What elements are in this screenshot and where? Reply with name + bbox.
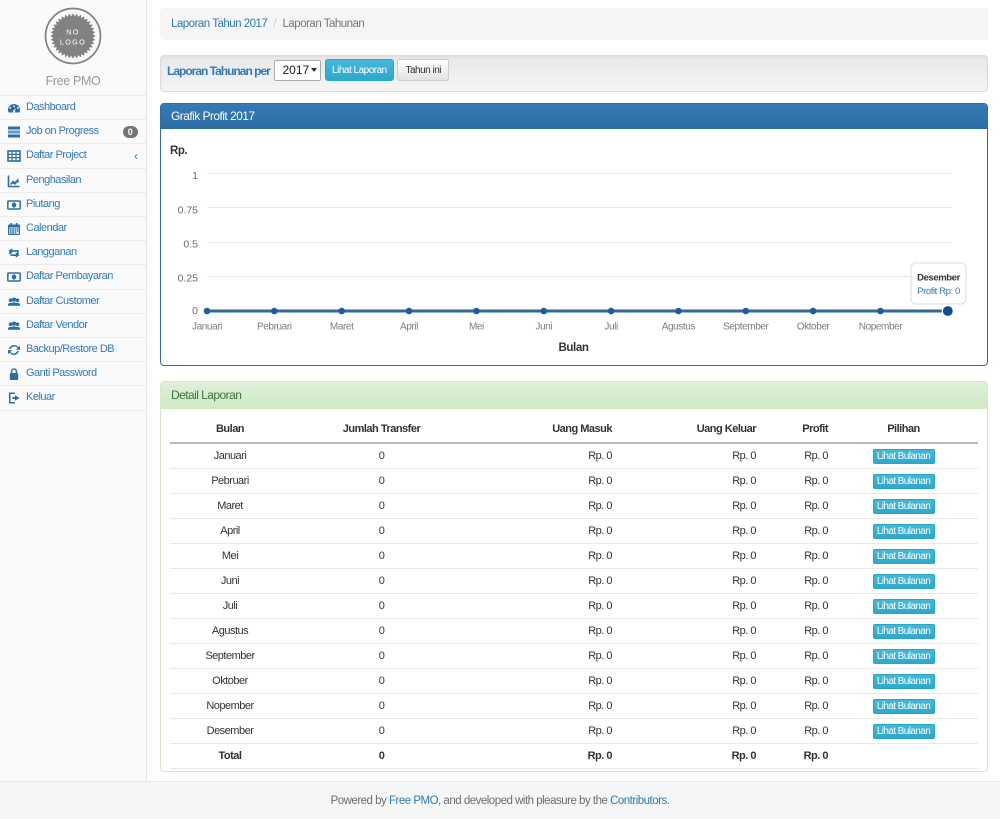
svg-text:LOGO: LOGO: [60, 38, 86, 47]
svg-text:Nopember: Nopember: [859, 322, 904, 333]
svg-text:April: April: [400, 322, 418, 333]
svg-text:NO: NO: [66, 28, 80, 37]
svg-text:1: 1: [192, 170, 198, 182]
svg-text:Mei: Mei: [469, 322, 484, 333]
svg-text:0.25: 0.25: [178, 273, 199, 285]
svg-text:0: 0: [192, 305, 198, 317]
svg-text:Rp.: Rp.: [170, 145, 188, 157]
svg-text:Juli: Juli: [604, 322, 618, 333]
svg-text:Pebruari: Pebruari: [257, 322, 292, 333]
svg-text:Juni: Juni: [535, 322, 552, 333]
svg-text:September: September: [723, 322, 769, 333]
svg-text:Desember: Desember: [917, 273, 960, 284]
svg-text:0.5: 0.5: [183, 238, 198, 250]
svg-text:0.75: 0.75: [178, 204, 199, 216]
svg-text:Januari: Januari: [192, 322, 222, 333]
svg-text:Bulan: Bulan: [559, 342, 589, 354]
svg-text:Agustus: Agustus: [662, 322, 696, 333]
svg-text:Maret: Maret: [330, 322, 354, 333]
svg-text:Profit Rp: 0: Profit Rp: 0: [917, 286, 960, 297]
svg-text:Oktober: Oktober: [797, 322, 831, 333]
